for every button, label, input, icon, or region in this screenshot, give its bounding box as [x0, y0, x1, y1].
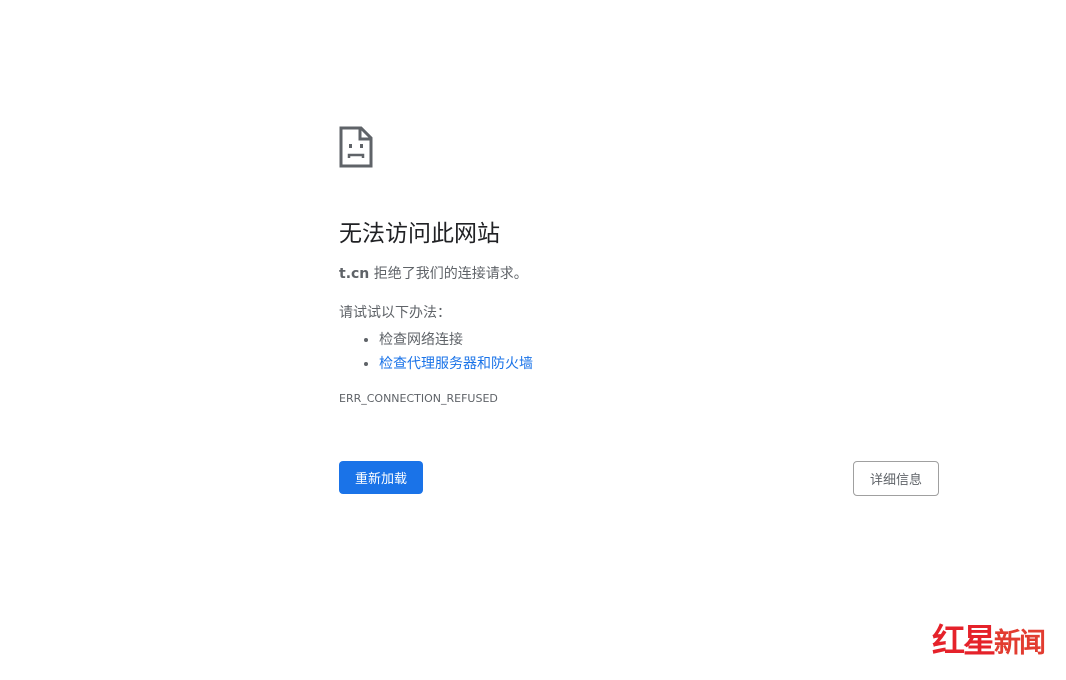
sad-page-icon	[339, 126, 373, 168]
details-button[interactable]: 详细信息	[853, 461, 939, 496]
suggestions: 请试试以下办法： 检查网络连接 检查代理服务器和防火墙	[339, 302, 533, 376]
watermark-part2: 新闻	[994, 628, 1046, 659]
suggestion-check-proxy: 检查代理服务器和防火墙	[379, 352, 533, 376]
host-name: t.cn	[339, 266, 370, 282]
page-title: 无法访问此网站	[339, 221, 500, 247]
watermark-part1: 红星	[932, 621, 996, 660]
error-code: ERR_CONNECTION_REFUSED	[339, 392, 498, 405]
reload-button[interactable]: 重新加载	[339, 461, 423, 494]
error-message: 拒绝了我们的连接请求。	[373, 266, 528, 282]
check-proxy-link[interactable]: 检查代理服务器和防火墙	[379, 356, 533, 372]
suggestions-list: 检查网络连接 检查代理服务器和防火墙	[339, 328, 533, 376]
suggestions-heading: 请试试以下办法：	[339, 305, 451, 321]
watermark-logo: 红星新闻	[932, 614, 1046, 662]
suggestion-check-network: 检查网络连接	[379, 328, 533, 352]
error-description: t.cn 拒绝了我们的连接请求。	[339, 263, 528, 283]
